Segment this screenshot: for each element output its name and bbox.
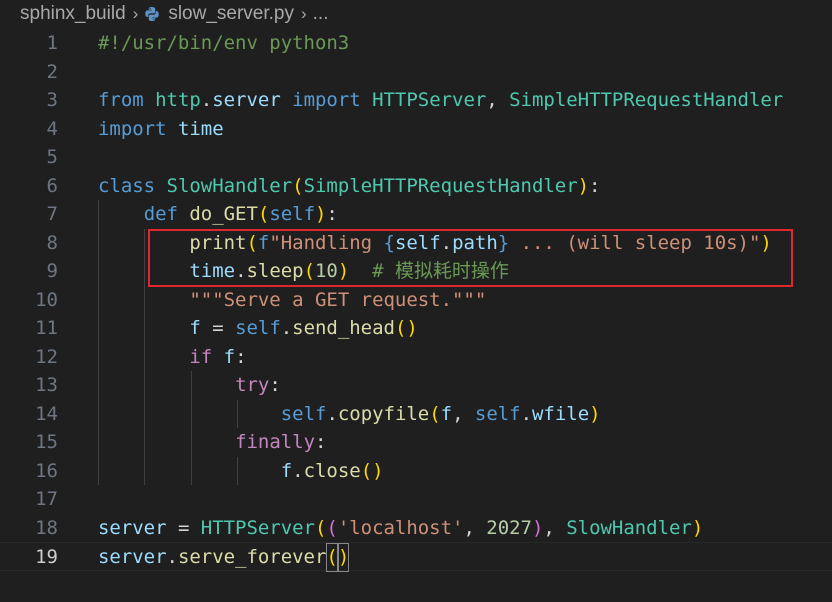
line-number: 4: [46, 117, 58, 140]
code-text: finally:: [235, 431, 327, 453]
code-line[interactable]: 16 f.close(): [0, 456, 832, 485]
code-line[interactable]: 4 import time: [0, 115, 832, 144]
line-number: 18: [35, 516, 58, 539]
line-number: 2: [46, 60, 58, 83]
code-line[interactable]: 9 time.sleep(10) # 模拟耗时操作: [0, 257, 832, 286]
breadcrumb-file[interactable]: slow_server.py: [168, 3, 294, 25]
code-line[interactable]: 8 print(f"Handling {self.path} ... (will…: [0, 228, 832, 257]
line-number: 1: [46, 32, 58, 54]
code-text: """Serve a GET request.""": [189, 288, 487, 311]
breadcrumb: sphinx_build › slow_server.py › ...: [0, 0, 832, 28]
line-number: 6: [46, 174, 58, 197]
code-text: server = HTTPServer(('localhost', 2027),…: [98, 516, 704, 539]
code-text: #!/usr/bin/env python3: [98, 32, 350, 54]
breadcrumb-more[interactable]: ...: [313, 3, 329, 25]
code-text: import time: [98, 117, 224, 140]
code-line[interactable]: 13 try:: [0, 371, 832, 400]
code-text: if f:: [189, 345, 247, 368]
code-text: f = self.send_head(): [189, 317, 418, 339]
python-icon: [145, 7, 160, 21]
line-number: 3: [46, 89, 58, 111]
line-number: 14: [35, 402, 58, 425]
line-number: 11: [35, 317, 58, 339]
code-line[interactable]: 5: [0, 143, 832, 172]
code-line[interactable]: 15 finally:: [0, 428, 832, 457]
code-line[interactable]: 7 def do_GET(self):: [0, 200, 832, 229]
code-line[interactable]: 12 if f:: [0, 342, 832, 371]
code-text: from http.server import HTTPServer, Simp…: [98, 89, 784, 111]
code-text: print(f"Handling {self.path} ... (will s…: [189, 231, 772, 254]
line-number: 5: [46, 146, 58, 168]
line-number: 7: [46, 203, 58, 225]
code-line[interactable]: 11 f = self.send_head(): [0, 314, 832, 343]
line-number: 9: [46, 260, 58, 282]
line-number: 8: [46, 231, 58, 254]
code-text: try:: [235, 374, 281, 396]
line-number: 17: [35, 488, 58, 510]
code-line[interactable]: 18 server = HTTPServer(('localhost', 2027…: [0, 514, 832, 543]
chevron-right-icon: ›: [300, 4, 307, 23]
code-text: def do_GET(self):: [143, 203, 338, 225]
code-line[interactable]: 1 #!/usr/bin/env python3: [0, 29, 832, 58]
chevron-right-icon: ›: [132, 4, 139, 23]
line-number: 13: [35, 374, 58, 396]
code-line[interactable]: 2: [0, 58, 832, 87]
code-text: class SlowHandler(SimpleHTTPRequestHandl…: [98, 174, 601, 197]
code-line[interactable]: 19 server.serve_forever(): [0, 542, 832, 572]
breadcrumb-folder[interactable]: sphinx_build: [20, 3, 126, 25]
line-number: 12: [35, 345, 58, 368]
line-number: 16: [35, 459, 58, 482]
code-line[interactable]: 3 from http.server import HTTPServer, Sim…: [0, 86, 832, 115]
code-line[interactable]: 17: [0, 485, 832, 514]
code-text: self.copyfile(f, self.wfile): [280, 402, 601, 425]
line-number: 19: [35, 546, 58, 568]
code-text: server.serve_forever(): [98, 543, 349, 572]
code-editor[interactable]: 1 #!/usr/bin/env python3 2 3 from http.serve…: [0, 29, 832, 572]
code-text: f.close(): [280, 459, 384, 482]
code-line[interactable]: 10 """Serve a GET request.""": [0, 285, 832, 314]
code-line[interactable]: 14 self.copyfile(f, self.wfile): [0, 399, 832, 428]
code-line[interactable]: 6 class SlowHandler(SimpleHTTPRequestHand…: [0, 172, 832, 201]
line-number: 10: [35, 288, 58, 311]
line-number: 15: [35, 431, 58, 453]
code-text: time.sleep(10) # 模拟耗时操作: [189, 260, 509, 282]
